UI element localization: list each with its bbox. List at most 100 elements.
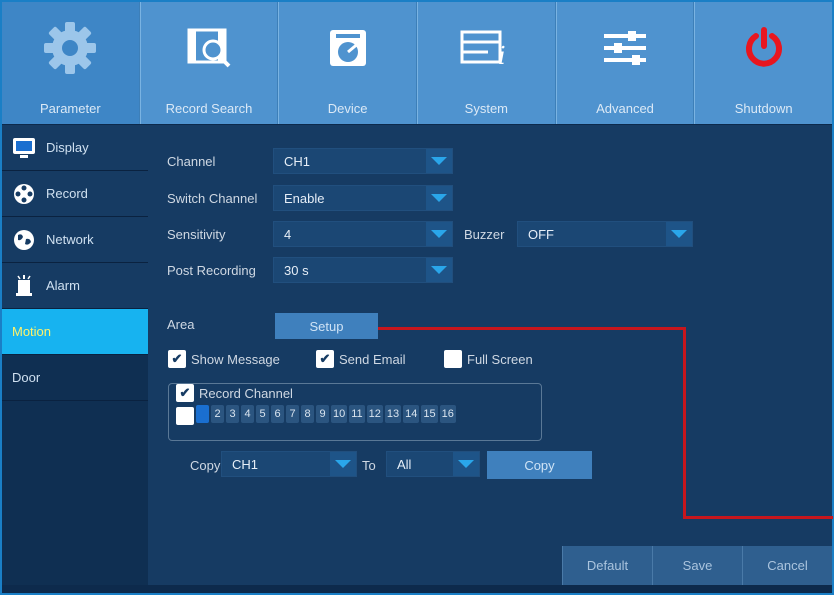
channel-toggle[interactable]: 5 (256, 405, 269, 423)
sidebar-item-label: Network (46, 232, 94, 247)
sidebar-item-motion[interactable]: Motion (2, 309, 148, 355)
show-message-label: Show Message (191, 351, 280, 367)
channel-toggle[interactable]: 1 (196, 405, 209, 423)
chevron-down-icon (426, 149, 452, 173)
toolbar-label: System (464, 101, 509, 116)
chevron-down-icon (666, 222, 692, 246)
top-toolbar: Parameter Record Search Device i System … (2, 2, 832, 124)
sensitivity-label: Sensitivity (167, 227, 226, 242)
channel-toggle[interactable]: 2 (211, 405, 224, 423)
switch-channel-value: Enable (284, 190, 325, 206)
sidebar-item-alarm[interactable]: Alarm (2, 263, 148, 309)
annotation-line (683, 516, 833, 519)
post-recording-label: Post Recording (167, 263, 256, 278)
checkmark-icon: ✔ (316, 350, 334, 368)
switch-channel-label: Switch Channel (167, 191, 258, 206)
chevron-down-icon (453, 452, 479, 476)
annotation-line (378, 327, 686, 330)
full-screen-label: Full Screen (467, 351, 533, 367)
record-search-icon (179, 20, 239, 76)
system-icon: i (456, 20, 516, 76)
chevron-down-icon (426, 222, 452, 246)
checkmark-icon: ✔ (176, 384, 194, 402)
toolbar-device[interactable]: Device (278, 2, 418, 124)
channel-toggle[interactable]: 8 (301, 405, 314, 423)
post-recording-value: 30 s (284, 262, 309, 278)
toolbar-record-search[interactable]: Record Search (139, 2, 279, 124)
sensitivity-select[interactable]: 4 (273, 221, 453, 247)
save-button[interactable]: Save (652, 546, 742, 585)
film-reel-icon (12, 182, 36, 206)
sidebar-item-record[interactable]: Record (2, 171, 148, 217)
default-button[interactable]: Default (562, 546, 652, 585)
cancel-button[interactable]: Cancel (742, 546, 832, 585)
channel-toggle[interactable]: 10 (331, 405, 348, 423)
checkbox-empty (444, 350, 462, 368)
buzzer-value: OFF (528, 226, 554, 242)
send-email-label: Send Email (339, 351, 406, 367)
sidebar-item-label: Display (46, 140, 89, 155)
channel-toggle[interactable]: 11 (349, 405, 365, 423)
channel-toggle[interactable]: 16 (439, 405, 456, 423)
sidebar-item-label: Door (12, 370, 41, 385)
sidebar-item-door[interactable]: Door (2, 355, 148, 401)
copy-from-select[interactable]: CH1 (221, 451, 357, 477)
toolbar-label: Device (327, 101, 368, 116)
channel-toggle[interactable]: 3 (226, 405, 239, 423)
toolbar-system[interactable]: i System (417, 2, 556, 124)
checkmark-icon: ✔ (168, 350, 186, 368)
channel-toggle[interactable]: 7 (286, 405, 299, 423)
channel-toggle[interactable]: 13 (384, 405, 402, 423)
advanced-icon (595, 20, 655, 76)
toolbar-shutdown[interactable]: Shutdown (694, 2, 832, 124)
channel-toggle[interactable]: 15 (421, 405, 438, 423)
sidebar-empty-area (2, 401, 148, 587)
checkbox-empty (176, 407, 194, 425)
buzzer-select[interactable]: OFF (517, 221, 693, 247)
post-recording-select[interactable]: 30 s (273, 257, 453, 283)
toolbar-advanced[interactable]: Advanced (555, 2, 695, 124)
copy-to-value: All (397, 456, 412, 472)
record-channel-checkbox[interactable]: ✔ Record Channel (176, 384, 296, 402)
device-icon (318, 20, 378, 76)
channel-toggle[interactable]: 4 (241, 405, 254, 423)
chevron-down-icon (330, 452, 356, 476)
gear-icon (40, 20, 100, 76)
svg-text:i: i (498, 42, 506, 70)
buzzer-label: Buzzer (464, 227, 505, 242)
monitor-icon (12, 136, 36, 160)
annotation-line (683, 327, 686, 519)
channel-value: CH1 (284, 153, 311, 169)
toolbar-parameter[interactable]: Parameter (2, 2, 140, 124)
alarm-bell-icon (12, 274, 36, 298)
toolbar-label: Advanced (596, 101, 654, 116)
channel-toggle[interactable]: 12 (366, 405, 383, 423)
channel-label: Channel (167, 154, 216, 169)
power-icon (734, 20, 794, 76)
sidebar-item-label: Alarm (46, 278, 80, 293)
toolbar-label: Record Search (165, 101, 253, 116)
record-channel-label: Record Channel (199, 385, 293, 401)
chevron-down-icon (426, 258, 452, 282)
full-screen-checkbox[interactable]: Full Screen (444, 350, 533, 368)
copy-button[interactable]: Copy (487, 451, 592, 479)
sensitivity-value: 4 (284, 226, 292, 242)
channel-toggle[interactable]: 6 (271, 405, 284, 423)
show-message-checkbox[interactable]: ✔ Show Message (168, 350, 280, 368)
channel-toggle[interactable]: 9 (316, 405, 329, 423)
copy-from-value: CH1 (232, 456, 259, 472)
switch-channel-select[interactable]: Enable (273, 185, 453, 211)
channel-select[interactable]: CH1 (273, 148, 453, 174)
setup-button[interactable]: Setup (275, 313, 378, 339)
bottom-strip (2, 585, 832, 593)
to-label: To (362, 458, 376, 473)
copy-to-select[interactable]: All (386, 451, 480, 477)
channel-selector: 1 2 3 4 5 6 7 8 9 10 11 12 13 14 15 16 (196, 405, 456, 423)
copy-label: Copy (190, 458, 221, 473)
footer-buttons: Default Save Cancel (562, 546, 832, 585)
send-email-checkbox[interactable]: ✔ Send Email (316, 350, 405, 368)
sidebar-item-display[interactable]: Display (2, 125, 148, 171)
channel-toggle[interactable]: 14 (403, 405, 420, 423)
sidebar-item-network[interactable]: Network (2, 217, 148, 263)
area-label: Area (167, 317, 195, 332)
